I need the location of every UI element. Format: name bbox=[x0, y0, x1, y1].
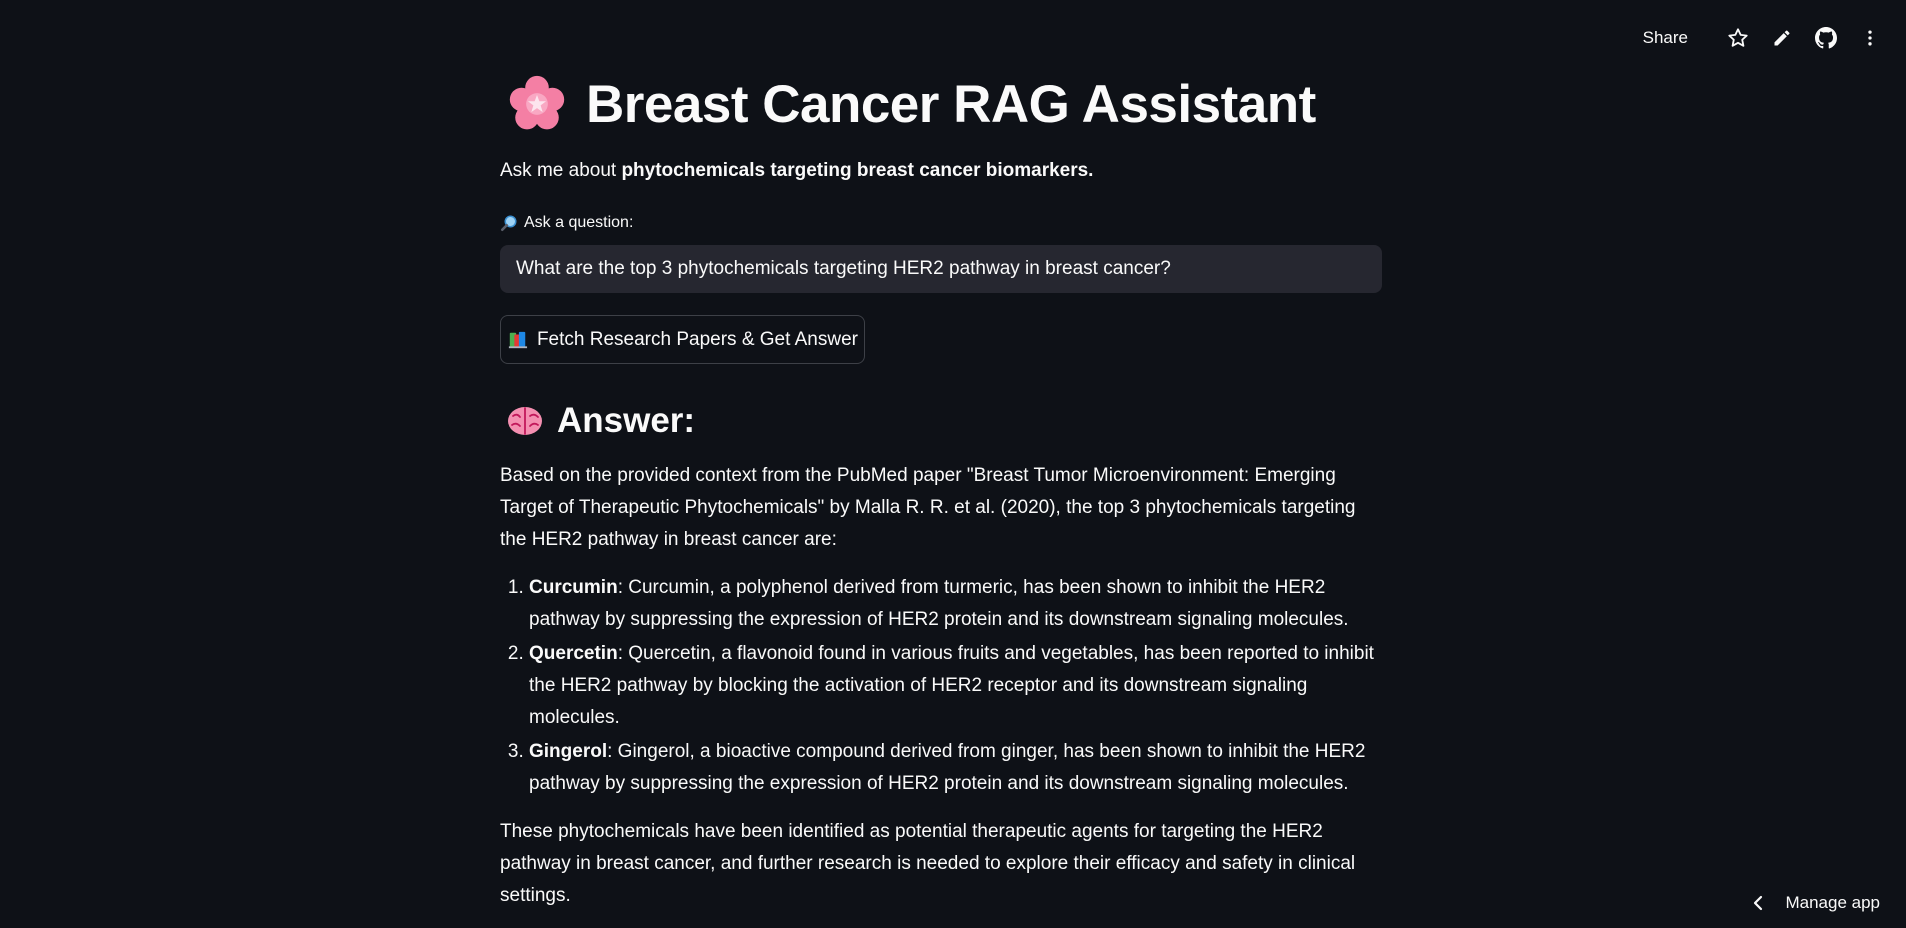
list-item: Gingerol: Gingerol, a bioactive compound… bbox=[529, 736, 1380, 800]
books-icon bbox=[507, 330, 529, 350]
chevron-left-icon bbox=[1751, 895, 1765, 911]
page-title-row: Breast Cancer RAG Assistant bbox=[500, 72, 1316, 136]
fetch-papers-button[interactable]: Fetch Research Papers & Get Answer bbox=[500, 315, 865, 364]
share-button[interactable]: Share bbox=[1643, 28, 1688, 48]
list-item: Quercetin: Quercetin, a flavonoid found … bbox=[529, 638, 1380, 734]
manage-app-label: Manage app bbox=[1785, 893, 1880, 913]
item-name: Quercetin bbox=[529, 643, 618, 664]
subtitle-emphasis: phytochemicals targeting breast cancer b… bbox=[621, 160, 1093, 181]
item-description: : Quercetin, a flavonoid found in variou… bbox=[529, 643, 1374, 728]
answer-intro: Based on the provided context from the P… bbox=[500, 460, 1380, 556]
question-input[interactable] bbox=[500, 245, 1382, 293]
list-item: Curcumin: Curcumin, a polyphenol derived… bbox=[529, 572, 1380, 636]
item-description: : Gingerol, a bioactive compound derived… bbox=[529, 741, 1365, 794]
github-icon[interactable] bbox=[1812, 24, 1840, 52]
pencil-icon[interactable] bbox=[1768, 24, 1796, 52]
star-icon[interactable] bbox=[1724, 24, 1752, 52]
page-subtitle: Ask me about phytochemicals targeting br… bbox=[500, 160, 1093, 182]
item-name: Curcumin bbox=[529, 577, 618, 598]
fetch-button-label: Fetch Research Papers & Get Answer bbox=[537, 329, 858, 351]
question-label-text: Ask a question: bbox=[524, 214, 633, 232]
app-toolbar: Share bbox=[1643, 24, 1884, 52]
cherry-blossom-icon bbox=[508, 75, 566, 133]
more-vertical-icon[interactable] bbox=[1856, 24, 1884, 52]
brain-icon bbox=[505, 401, 545, 441]
item-name: Gingerol bbox=[529, 741, 607, 762]
magnifier-icon bbox=[500, 214, 518, 232]
answer-heading: Answer: bbox=[500, 398, 695, 444]
answer-title: Answer: bbox=[557, 401, 695, 441]
item-description: : Curcumin, a polyphenol derived from tu… bbox=[529, 577, 1349, 630]
answer-body: Based on the provided context from the P… bbox=[500, 460, 1380, 928]
page-title: Breast Cancer RAG Assistant bbox=[586, 74, 1316, 135]
question-label: Ask a question: bbox=[500, 214, 633, 232]
manage-app-button[interactable]: Manage app bbox=[1751, 893, 1880, 913]
subtitle-prefix: Ask me about bbox=[500, 160, 621, 181]
answer-conclusion: These phytochemicals have been identifie… bbox=[500, 816, 1380, 912]
phytochemical-list: Curcumin: Curcumin, a polyphenol derived… bbox=[500, 572, 1380, 800]
